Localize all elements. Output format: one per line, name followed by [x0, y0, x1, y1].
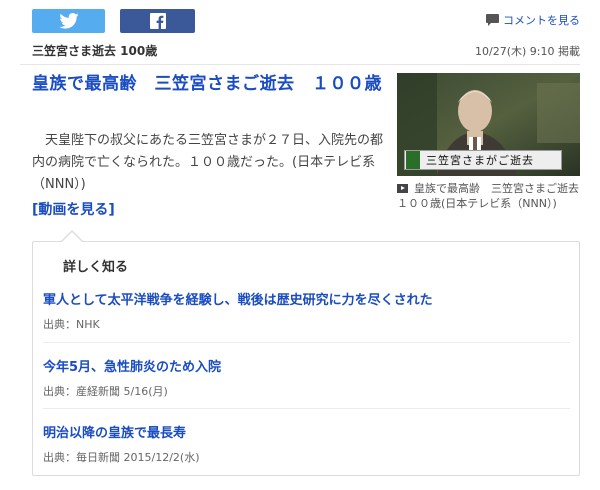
details-heading: 詳しく知る — [63, 260, 129, 275]
broadcaster-logo-icon — [406, 151, 420, 169]
topic-title: 三笠宮さま逝去 100歳 — [32, 44, 158, 58]
video-caption-link[interactable]: 皇族で最高齢 三笠宮さまご逝去 １００歳(日本テレビ系（NNN）) — [397, 181, 590, 211]
comment-bubble-icon — [486, 14, 499, 26]
divider — [43, 342, 570, 343]
detail-source: 出典：毎日新聞 2015/12/2(水) — [43, 451, 200, 464]
detail-title-link[interactable]: 今年5月、急性肺炎のため入院 — [43, 356, 570, 375]
video-caption-text: 皇族で最高齢 三笠宮さまご逝去 １００歳(日本テレビ系（NNN）) — [397, 182, 590, 210]
twitter-share-button[interactable] — [32, 9, 105, 33]
detail-title-link[interactable]: 明治以降の皇族で最長寿 — [43, 422, 570, 441]
divider — [43, 408, 570, 409]
twitter-bird-icon — [58, 13, 79, 29]
watch-video-link[interactable]: [動画を見る] — [32, 199, 115, 219]
thumbnail-caption-bar: 三笠宮さまがご逝去 — [404, 150, 562, 170]
play-icon — [397, 184, 408, 193]
comment-link[interactable]: コメントを見る — [486, 12, 580, 28]
divider — [20, 64, 580, 65]
article-title-link[interactable]: 皇族で最高齢 三笠宮さまご逝去 １００歳 — [32, 71, 384, 97]
article-body: 天皇陛下の叔父にあたる三笠宮さまが２７日、入院先の都内の病院で亡くなられた。１０… — [32, 133, 384, 192]
detail-source: 出典：NHK — [43, 318, 100, 331]
list-item[interactable]: 今年5月、急性肺炎のため入院 出典：産経新聞 5/16(月) — [43, 356, 570, 399]
facebook-share-button[interactable] — [120, 9, 195, 33]
article-header: 三笠宮さま逝去 100歳 10/27(木) 9:10 掲載 — [32, 42, 580, 59]
list-item[interactable]: 軍人として太平洋戦争を経験し、戦後は歴史研究に力を尽くされた 出典：NHK — [43, 289, 570, 332]
comment-link-label: コメントを見る — [503, 14, 580, 27]
detail-source: 出典：産経新聞 5/16(月) — [43, 385, 168, 398]
detail-title-link[interactable]: 軍人として太平洋戦争を経験し、戦後は歴史研究に力を尽くされた — [43, 289, 570, 308]
details-panel: 詳しく知る 軍人として太平洋戦争を経験し、戦後は歴史研究に力を尽くされた 出典：… — [32, 241, 580, 476]
thumbnail-caption: 三笠宮さまがご逝去 — [426, 154, 534, 167]
published-date: 10/27(木) 9:10 掲載 — [475, 45, 580, 58]
list-item[interactable]: 明治以降の皇族で最長寿 出典：毎日新聞 2015/12/2(水) — [43, 422, 570, 465]
box-pointer-fill — [62, 232, 82, 242]
video-thumbnail[interactable]: 三笠宮さまがご逝去 — [397, 73, 580, 176]
facebook-f-icon — [149, 13, 166, 29]
